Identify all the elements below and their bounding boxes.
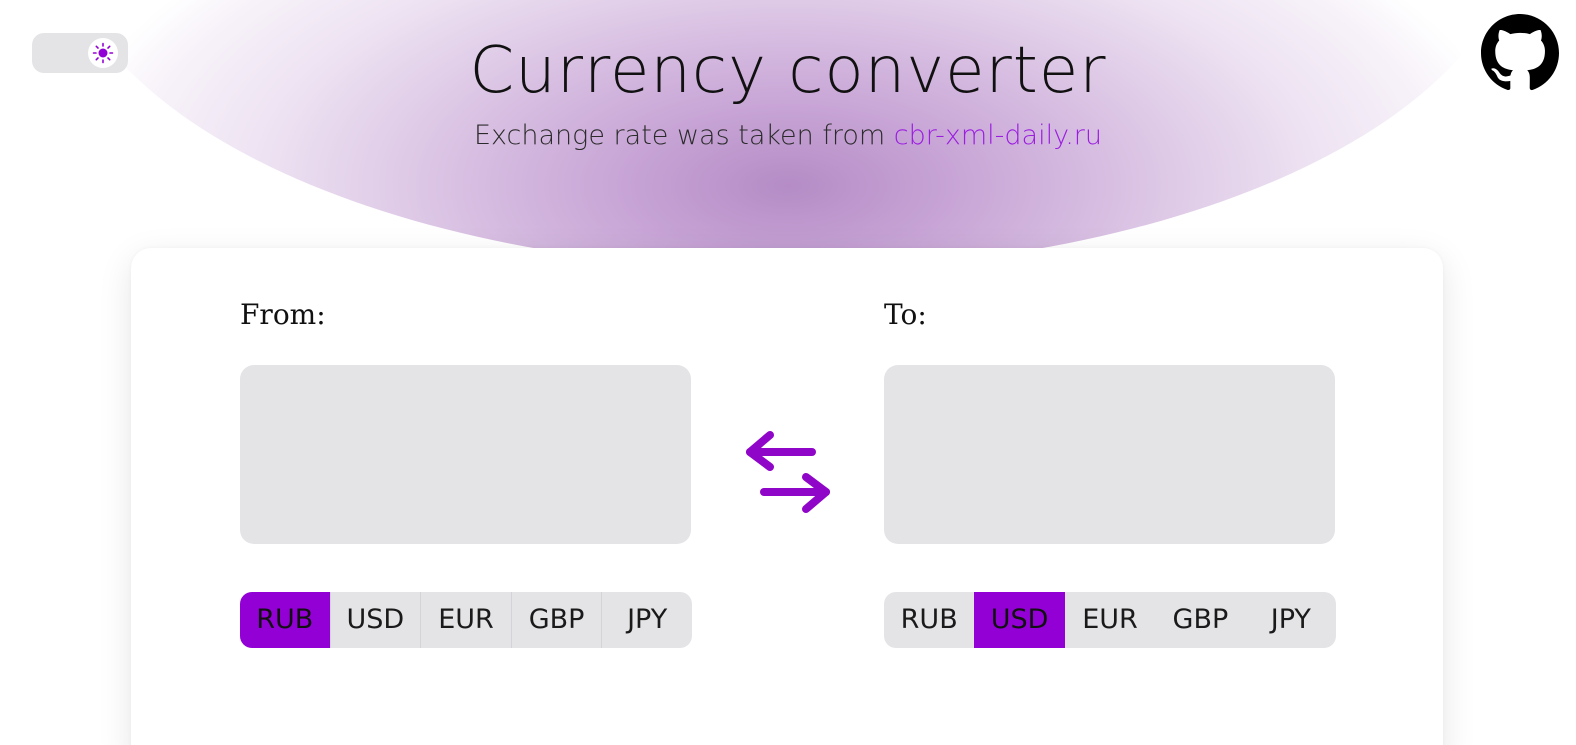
from-tab-eur[interactable]: EUR — [420, 592, 511, 648]
to-tab-eur[interactable]: EUR — [1065, 592, 1155, 648]
from-tab-gbp[interactable]: GBP — [510, 592, 602, 648]
from-tab-usd[interactable]: USD — [329, 592, 421, 648]
to-tab-usd[interactable]: USD — [974, 592, 1065, 648]
to-tab-rub[interactable]: RUB — [884, 592, 974, 648]
converter-card: From: RUB USD EUR GBP JPY To: RUB USD EU… — [131, 248, 1443, 745]
from-currency-tabs: RUB USD EUR GBP JPY — [240, 592, 692, 648]
page-title: Currency converter — [469, 34, 1107, 108]
from-label: From: — [240, 298, 326, 331]
swap-arrows-icon[interactable] — [744, 429, 832, 517]
to-tab-gbp[interactable]: GBP — [1155, 592, 1245, 648]
header: Currency converter Exchange rate was tak… — [0, 32, 1576, 156]
source-link[interactable]: cbr-xml-daily.ru — [894, 120, 1102, 151]
page: Currency converter Exchange rate was tak… — [0, 0, 1576, 745]
from-amount-input[interactable] — [240, 365, 691, 544]
page-subtitle: Exchange rate was taken from cbr-xml-dai… — [0, 116, 1576, 156]
subtitle-text: Exchange rate was taken from — [473, 120, 894, 151]
to-amount-input[interactable] — [884, 365, 1335, 544]
from-tab-jpy[interactable]: JPY — [601, 592, 692, 648]
from-tab-rub[interactable]: RUB — [240, 592, 330, 648]
to-label: To: — [884, 298, 927, 331]
to-currency-tabs: RUB USD EUR GBP JPY — [884, 592, 1336, 648]
to-tab-jpy[interactable]: JPY — [1246, 592, 1336, 648]
